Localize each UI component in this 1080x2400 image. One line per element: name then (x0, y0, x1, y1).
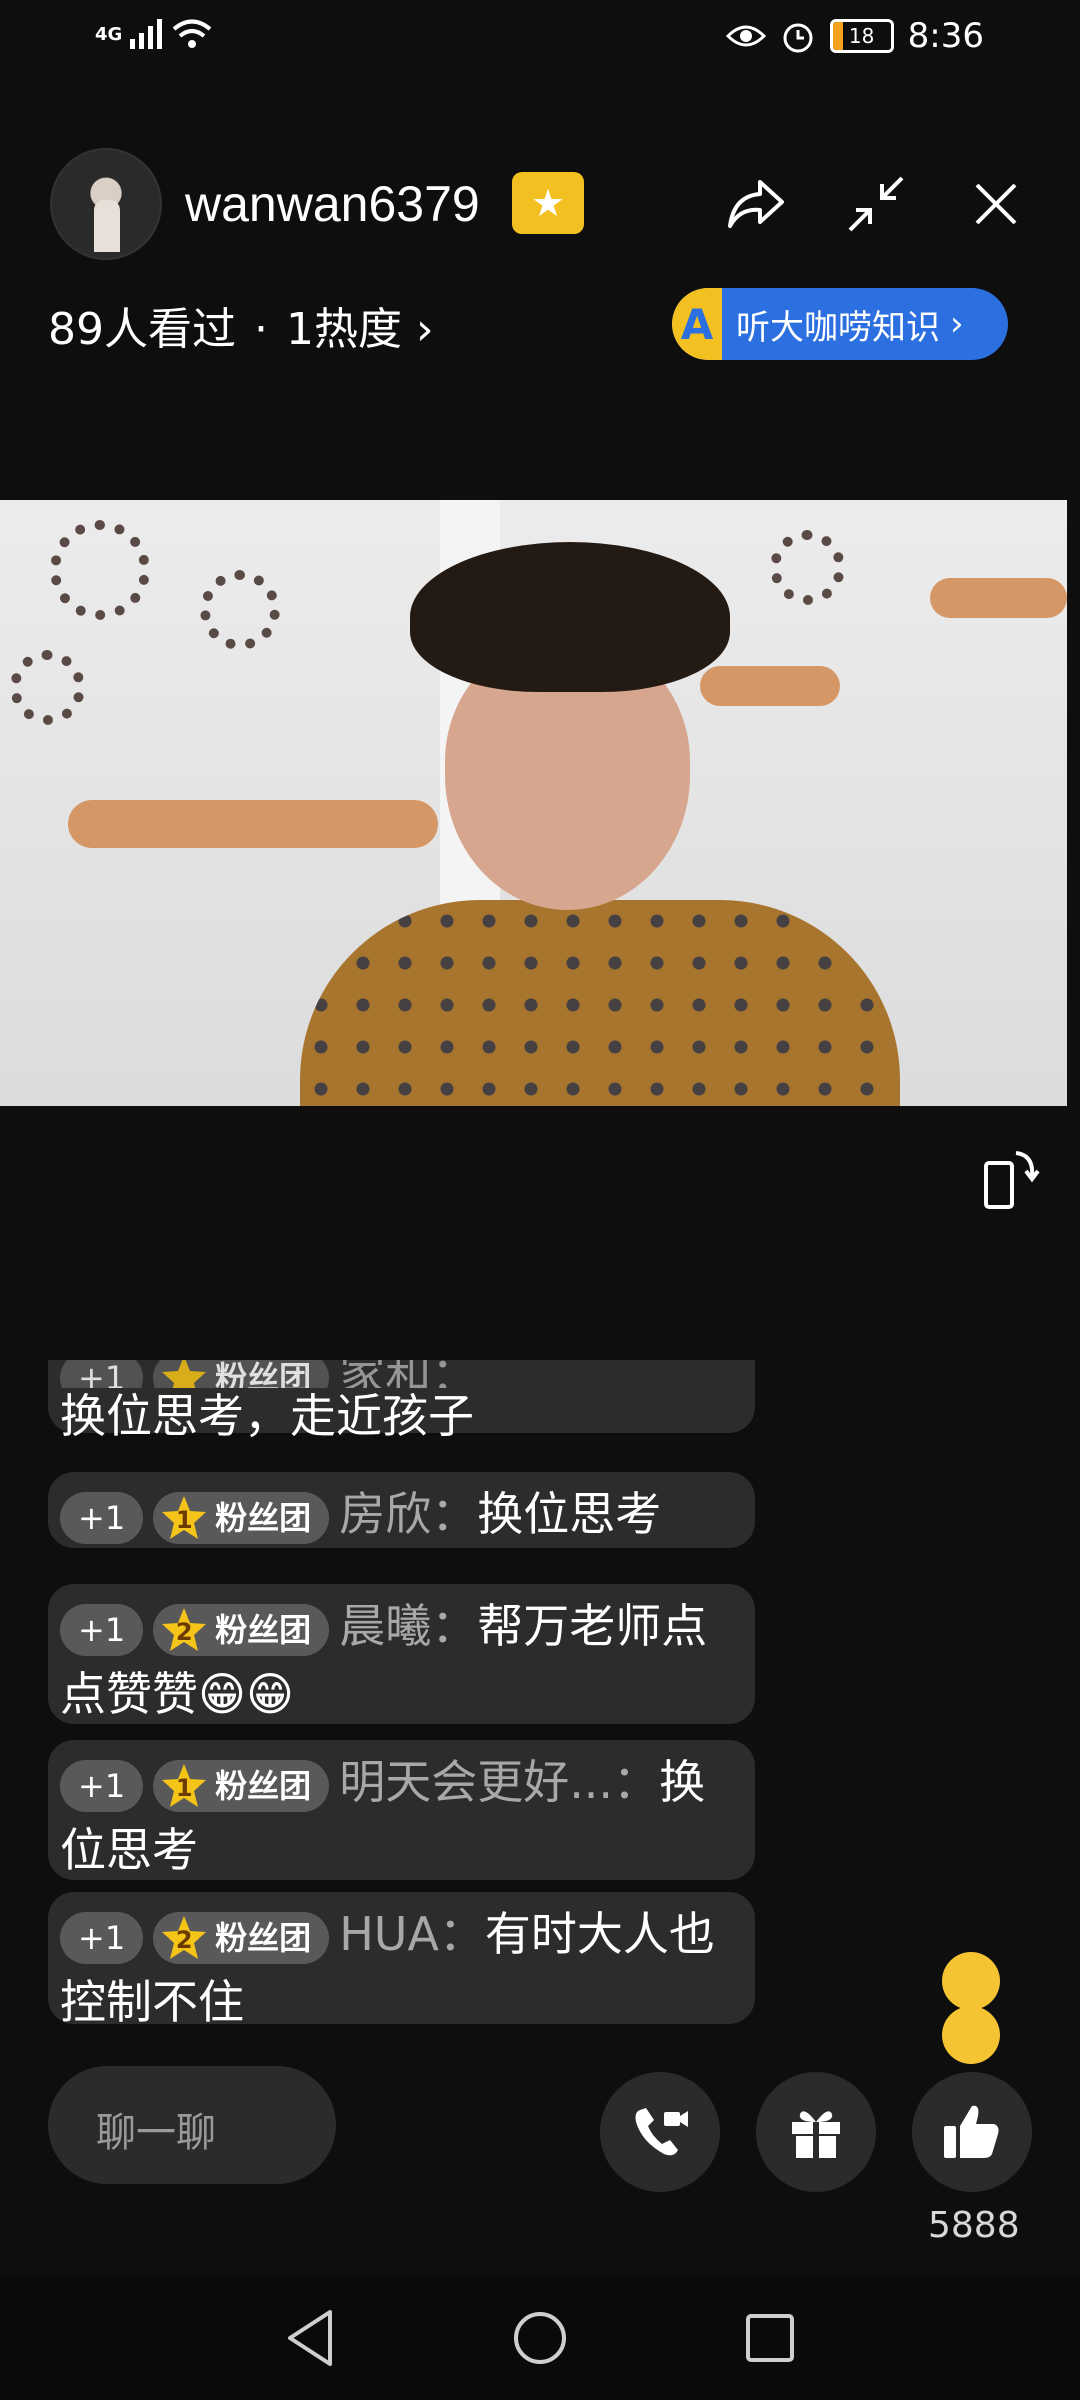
nav-recents-icon[interactable] (742, 2310, 798, 2366)
rotate-screen-icon[interactable] (980, 1145, 1040, 1215)
chat-message: +1 1 粉丝团 房欣：换位思考 (48, 1472, 755, 1548)
gift-button[interactable] (756, 2072, 876, 2192)
streamer-username[interactable]: wanwan6379 (185, 175, 480, 233)
like-button[interactable] (912, 2072, 1032, 2192)
fan-level-icon: 1 (159, 1761, 209, 1811)
thumbs-up-icon (944, 2105, 999, 2158)
chat-list[interactable]: +1 粉丝团 家和： 换位思考，走近孩子 +1 1 粉丝团 房欣：换位思考 +1 2 粉丝团晨… (48, 1360, 758, 2025)
chevron-right-icon: › (402, 304, 434, 355)
verified-badge-icon: ★ (512, 172, 584, 234)
status-right: 18 8:36 (725, 16, 984, 56)
floating-emoji-icon (942, 2006, 1000, 2064)
minimize-icon[interactable] (840, 168, 912, 240)
plus-one-pill: +1 (60, 1911, 144, 1964)
heat-count: 1热度 (286, 304, 402, 355)
nav-home-icon[interactable] (510, 2308, 570, 2368)
fan-club-badge: 2 粉丝团 (153, 1911, 330, 1964)
live-video[interactable] (0, 500, 1067, 1106)
viewer-count: 89人看过 (48, 304, 236, 355)
video-call-icon (635, 2108, 688, 2156)
chat-input-placeholder: 聊一聊 (96, 2110, 216, 2156)
chat-username[interactable]: HUA： (339, 1907, 485, 1961)
chat-message: +1 2 粉丝团 晨曦：帮万老师点点赞赞😁😁 (48, 1584, 755, 1724)
fan-club-badge: 1 粉丝团 (153, 1491, 330, 1544)
gift-icon (792, 2111, 840, 2158)
fan-club-badge: 2 粉丝团 (153, 1603, 330, 1656)
fan-level-icon (159, 1360, 209, 1388)
plus-one-pill: +1 (60, 1603, 144, 1656)
promo-logo-icon: A (672, 288, 722, 360)
system-nav-bar (0, 2276, 1080, 2400)
battery-indicator: 18 (829, 19, 894, 53)
close-icon[interactable] (960, 168, 1032, 240)
chat-username[interactable]: 晨曦： (339, 1599, 477, 1653)
promo-button[interactable]: A 听大咖唠知识 › (672, 288, 1008, 360)
plus-one-pill: +1 (60, 1759, 144, 1812)
chat-username[interactable]: 明天会更好...： (339, 1755, 659, 1809)
network-type: 4G (95, 23, 123, 45)
signal-icon (130, 19, 163, 49)
fan-level-icon: 2 (159, 1913, 209, 1963)
chat-text: 换位思考 (477, 1487, 662, 1541)
chat-text: 换位思考，走近孩子 (60, 1389, 474, 1443)
chat-message: +1 粉丝团 家和： 换位思考，走近孩子 (48, 1360, 755, 1443)
nav-back-icon[interactable] (282, 2306, 338, 2370)
chat-username[interactable]: 房欣： (339, 1487, 477, 1541)
video-call-button[interactable] (600, 2072, 720, 2192)
clock: 8:36 (907, 16, 984, 56)
like-count: 5888 (928, 2205, 1020, 2246)
eye-icon (725, 25, 766, 47)
fan-level-icon: 2 (159, 1605, 209, 1655)
stream-stats[interactable]: 89人看过 · 1热度 › (48, 293, 434, 357)
floating-emoji-icon (942, 1952, 1000, 2010)
wifi-icon (173, 19, 212, 48)
alarm-icon (783, 23, 813, 53)
share-icon[interactable] (720, 168, 792, 240)
chat-input[interactable]: 聊一聊 (48, 2066, 336, 2184)
plus-one-pill: +1 (60, 1491, 144, 1544)
chat-message: +1 1 粉丝团 明天会更好...：换位思考 (48, 1740, 755, 1880)
fan-club-badge: 1 粉丝团 (153, 1759, 330, 1812)
chat-message: +1 2 粉丝团 HUA：有时大人也控制不住 (48, 1892, 755, 2025)
chevron-right-icon: › (950, 304, 964, 344)
streamer-avatar[interactable] (50, 148, 162, 260)
network-indicator: 4G (95, 18, 212, 50)
fan-level-icon: 1 (159, 1493, 209, 1543)
status-bar: 4G 18 8:36 (0, 0, 1080, 80)
promo-label: 听大咖唠知识 (736, 307, 940, 348)
